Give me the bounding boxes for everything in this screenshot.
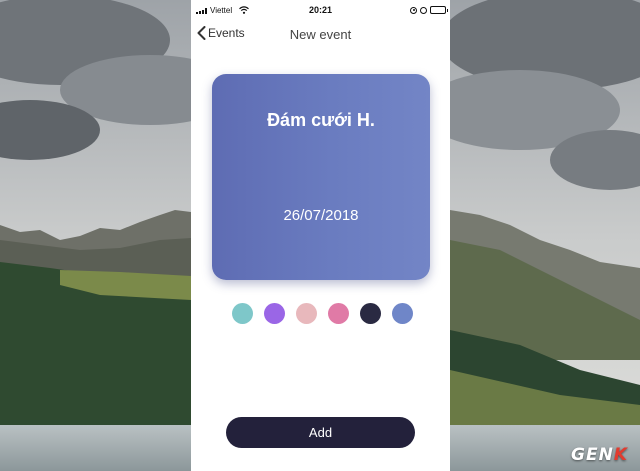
- event-preview-card: Đám cưới H. 26/07/2018: [212, 74, 430, 280]
- phone-screen: Viettel 20:21 Events New event Đám cưới …: [191, 0, 450, 471]
- color-swatch-4[interactable]: [328, 303, 349, 324]
- color-swatch-2[interactable]: [264, 303, 285, 324]
- color-swatch-6[interactable]: [392, 303, 413, 324]
- page-title: New event: [289, 27, 352, 42]
- navigation-bar: Events New event: [191, 22, 450, 48]
- battery-icon: [430, 6, 448, 14]
- color-picker: [232, 303, 413, 324]
- color-swatch-5[interactable]: [360, 303, 381, 324]
- color-swatch-1[interactable]: [232, 303, 253, 324]
- event-name[interactable]: Đám cưới H.: [212, 110, 430, 131]
- color-swatch-3[interactable]: [296, 303, 317, 324]
- status-bar: Viettel 20:21: [191, 0, 450, 22]
- orientation-lock-icon: [410, 6, 417, 14]
- alarm-icon: [420, 6, 427, 14]
- add-button[interactable]: Add: [226, 417, 415, 448]
- event-date[interactable]: 26/07/2018: [212, 207, 430, 224]
- watermark-logo: GENK: [571, 445, 628, 465]
